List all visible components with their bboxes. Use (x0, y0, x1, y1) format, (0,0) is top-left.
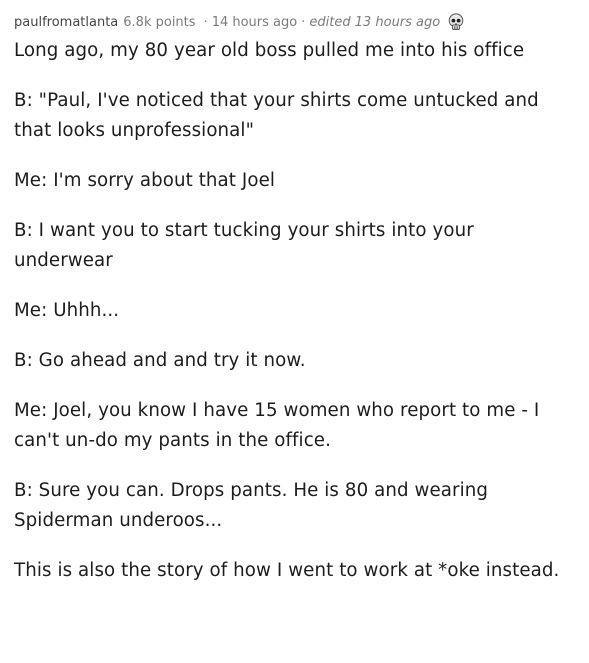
comment-paragraph: B: "Paul, I've noticed that your shirts … (14, 90, 539, 141)
comment-edited-time: edited 13 hours ago (309, 15, 441, 30)
comment-author-link[interactable]: paulfromatlanta (14, 13, 118, 33)
comment-paragraph: B: Go ahead and and try it now. (14, 350, 306, 371)
meta-separator: · (203, 15, 208, 30)
comment-paragraph: Me: Joel, you know I have 15 women who r… (14, 400, 540, 451)
comment-points: 6.8k points (123, 15, 196, 30)
meta-separator: · (301, 15, 306, 30)
comment-timestamp[interactable]: 14 hours ago (212, 13, 298, 33)
comment-paragraph: Me: Uhhh... (14, 300, 120, 321)
comment-body: Long ago, my 80 year old boss pulled me … (14, 36, 575, 586)
comment-paragraph: B: I want you to start tucking your shir… (14, 220, 474, 271)
comment-paragraph: B: Sure you can. Drops pants. He is 80 a… (14, 480, 489, 531)
comment-paragraph: Long ago, my 80 year old boss pulled me … (14, 40, 525, 61)
comment-paragraph: This is also the story of how I went to … (14, 560, 560, 581)
comment: paulfromatlanta 6.8k points · 14 hours a… (0, 0, 589, 586)
skull-award-icon[interactable] (446, 12, 466, 32)
comment-paragraph: Me: I'm sorry about that Joel (14, 170, 276, 191)
comment-meta: paulfromatlanta 6.8k points · 14 hours a… (14, 12, 575, 34)
